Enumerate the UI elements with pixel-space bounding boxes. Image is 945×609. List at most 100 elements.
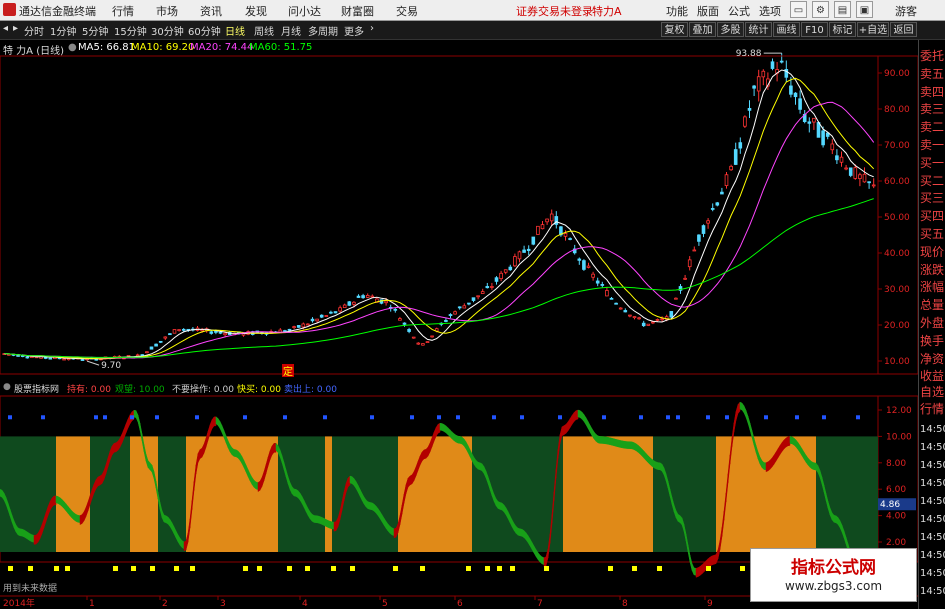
blue-signal-dot bbox=[558, 415, 562, 420]
watermark-title: 指标公式网 bbox=[791, 558, 876, 578]
wave-segment bbox=[765, 461, 769, 473]
wave-segment bbox=[629, 441, 633, 450]
wave-segment bbox=[789, 436, 793, 445]
quote-tab-14[interactable]: 总量 bbox=[920, 297, 945, 314]
wave-segment bbox=[703, 560, 707, 573]
candle-body bbox=[706, 220, 710, 224]
kline-chart[interactable]: 90.00 80.00 70.00 60.00 50.00 40.00 30.00 20.00… bbox=[0, 0, 918, 609]
quote-tab-9[interactable]: 买四 bbox=[920, 208, 945, 225]
candle-body bbox=[517, 251, 522, 260]
quote-tab-12[interactable]: 涨跌 bbox=[920, 262, 945, 279]
indicator-legend: ● 股票指标网 持有: 0.00 观望: 10.00 不要操作: 0.00 快买… bbox=[0, 381, 880, 395]
candle-body bbox=[503, 269, 508, 273]
candle-body bbox=[476, 295, 480, 298]
candle-body bbox=[756, 76, 761, 92]
candle-body bbox=[347, 301, 352, 306]
candle-body bbox=[218, 331, 223, 334]
wave-segment bbox=[163, 514, 167, 524]
quote-tab-16[interactable]: 换手 bbox=[920, 333, 945, 350]
quote-tab-15[interactable]: 外盘 bbox=[920, 315, 945, 332]
candle-body bbox=[306, 323, 310, 326]
candle-body bbox=[609, 297, 614, 300]
wave-segment bbox=[255, 481, 259, 490]
wave-segment bbox=[319, 516, 323, 525]
blue-signal-dot bbox=[41, 415, 45, 420]
indicator-tick-label: 12.00 bbox=[886, 406, 912, 416]
wave-segment bbox=[561, 425, 565, 437]
wave-segment bbox=[579, 410, 583, 420]
yellow-signal-dot bbox=[544, 566, 549, 571]
blue-signal-dot bbox=[103, 415, 107, 420]
quote-tab-17[interactable]: 净资 bbox=[920, 351, 945, 368]
trade-time: 14:50 bbox=[920, 514, 945, 525]
wave-segment bbox=[407, 475, 411, 488]
candle-body bbox=[835, 155, 839, 161]
candle-body bbox=[628, 314, 632, 317]
yellow-signal-dot bbox=[632, 566, 637, 571]
candle-body bbox=[549, 213, 554, 222]
quote-tab-0[interactable]: 委托 bbox=[920, 48, 945, 65]
blue-signal-dot bbox=[283, 415, 287, 420]
right-tab-0[interactable]: 自选 bbox=[920, 384, 945, 401]
candle-body bbox=[816, 122, 821, 138]
candle-body bbox=[605, 290, 609, 297]
candle-body bbox=[467, 302, 471, 305]
candle-body bbox=[646, 323, 651, 326]
indicator-settings-icon[interactable]: ● bbox=[3, 382, 11, 392]
quote-tab-4[interactable]: 卖二 bbox=[920, 119, 945, 136]
low-pointer bbox=[86, 360, 100, 366]
yellow-signal-dot bbox=[287, 566, 292, 571]
wave-segment bbox=[437, 422, 441, 434]
wave-segment bbox=[701, 562, 705, 575]
right-tab-1[interactable]: 行情 bbox=[920, 401, 945, 418]
quote-tab-5[interactable]: 卖一 bbox=[920, 137, 945, 154]
candle-body bbox=[480, 291, 485, 294]
wave-segment bbox=[35, 532, 39, 545]
wave-segment bbox=[443, 423, 447, 434]
indicator-tick-label: 6.00 bbox=[886, 485, 906, 495]
wave-segment bbox=[607, 436, 611, 446]
candle-body bbox=[338, 307, 342, 312]
wave-segment bbox=[351, 476, 355, 487]
candle-body bbox=[526, 248, 531, 251]
quote-tab-8[interactable]: 买三 bbox=[920, 190, 945, 207]
wave-segment bbox=[389, 525, 393, 536]
wave-segment bbox=[709, 555, 713, 567]
zone-green bbox=[278, 436, 325, 552]
quote-tab-3[interactable]: 卖三 bbox=[920, 101, 945, 118]
wave-segment bbox=[293, 488, 297, 497]
candle-body bbox=[867, 181, 871, 184]
candle-body bbox=[43, 357, 48, 359]
wave-segment bbox=[599, 436, 603, 444]
candle-body bbox=[370, 295, 375, 298]
wave-segment bbox=[699, 564, 703, 577]
wave-segment bbox=[323, 517, 327, 527]
candle-body bbox=[779, 60, 784, 63]
candle-body bbox=[844, 167, 848, 170]
quote-tab-11[interactable]: 现价 bbox=[920, 244, 945, 261]
quote-tab-1[interactable]: 卖五 bbox=[920, 66, 945, 83]
quote-tab-10[interactable]: 买五 bbox=[920, 226, 945, 243]
candle-body bbox=[421, 343, 425, 346]
quote-tab-13[interactable]: 涨幅 bbox=[920, 279, 945, 296]
candle-body bbox=[853, 167, 858, 179]
candle-body bbox=[287, 328, 292, 331]
quote-tab-6[interactable]: 买一 bbox=[920, 155, 945, 172]
blue-signal-dot bbox=[410, 415, 414, 420]
candle-body bbox=[48, 357, 53, 360]
quote-tab-18[interactable]: 收益 bbox=[920, 368, 945, 385]
candle-body bbox=[531, 236, 536, 245]
main-chart-frame bbox=[0, 55, 918, 375]
candle-body bbox=[513, 256, 517, 267]
quote-tab-7[interactable]: 买二 bbox=[920, 173, 945, 190]
candle-body bbox=[545, 218, 549, 223]
candle-body bbox=[660, 318, 664, 321]
wave-segment bbox=[23, 529, 27, 539]
trade-time: 14:50 bbox=[920, 478, 945, 489]
wave-segment bbox=[55, 495, 59, 504]
wave-segment bbox=[97, 475, 101, 487]
yellow-signal-dot bbox=[190, 566, 195, 571]
quote-tab-2[interactable]: 卖四 bbox=[920, 84, 945, 101]
wave-segment bbox=[73, 512, 77, 522]
candle-body bbox=[697, 234, 701, 242]
